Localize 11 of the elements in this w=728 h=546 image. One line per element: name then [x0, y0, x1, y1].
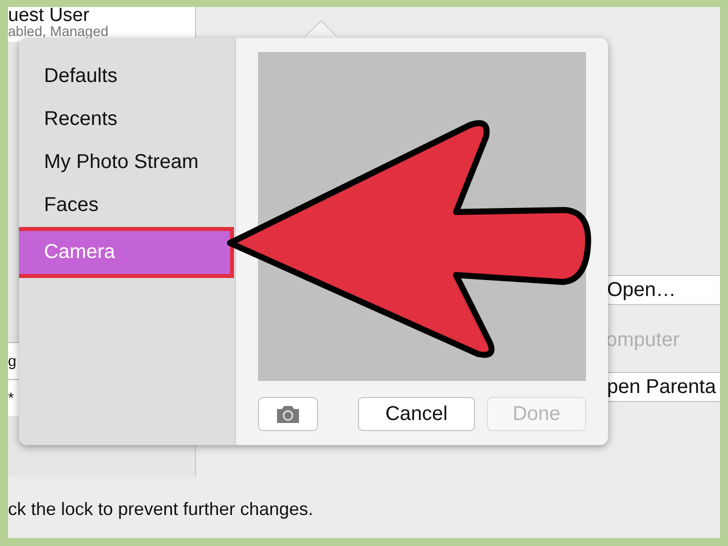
lock-hint-text: ck the lock to prevent further changes. [8, 498, 314, 520]
computer-label: omputer [605, 328, 680, 353]
camera-button[interactable] [258, 397, 318, 431]
source-item[interactable]: Defaults [19, 55, 235, 98]
source-item[interactable]: My Photo Stream [19, 141, 235, 184]
source-item[interactable]: Faces [19, 184, 235, 227]
user-name: uest User [8, 7, 90, 24]
camera-icon [275, 404, 301, 424]
cancel-button[interactable]: Cancel [358, 397, 475, 431]
user-status: abled, Managed [8, 24, 110, 38]
source-item[interactable]: Recents [19, 98, 235, 141]
